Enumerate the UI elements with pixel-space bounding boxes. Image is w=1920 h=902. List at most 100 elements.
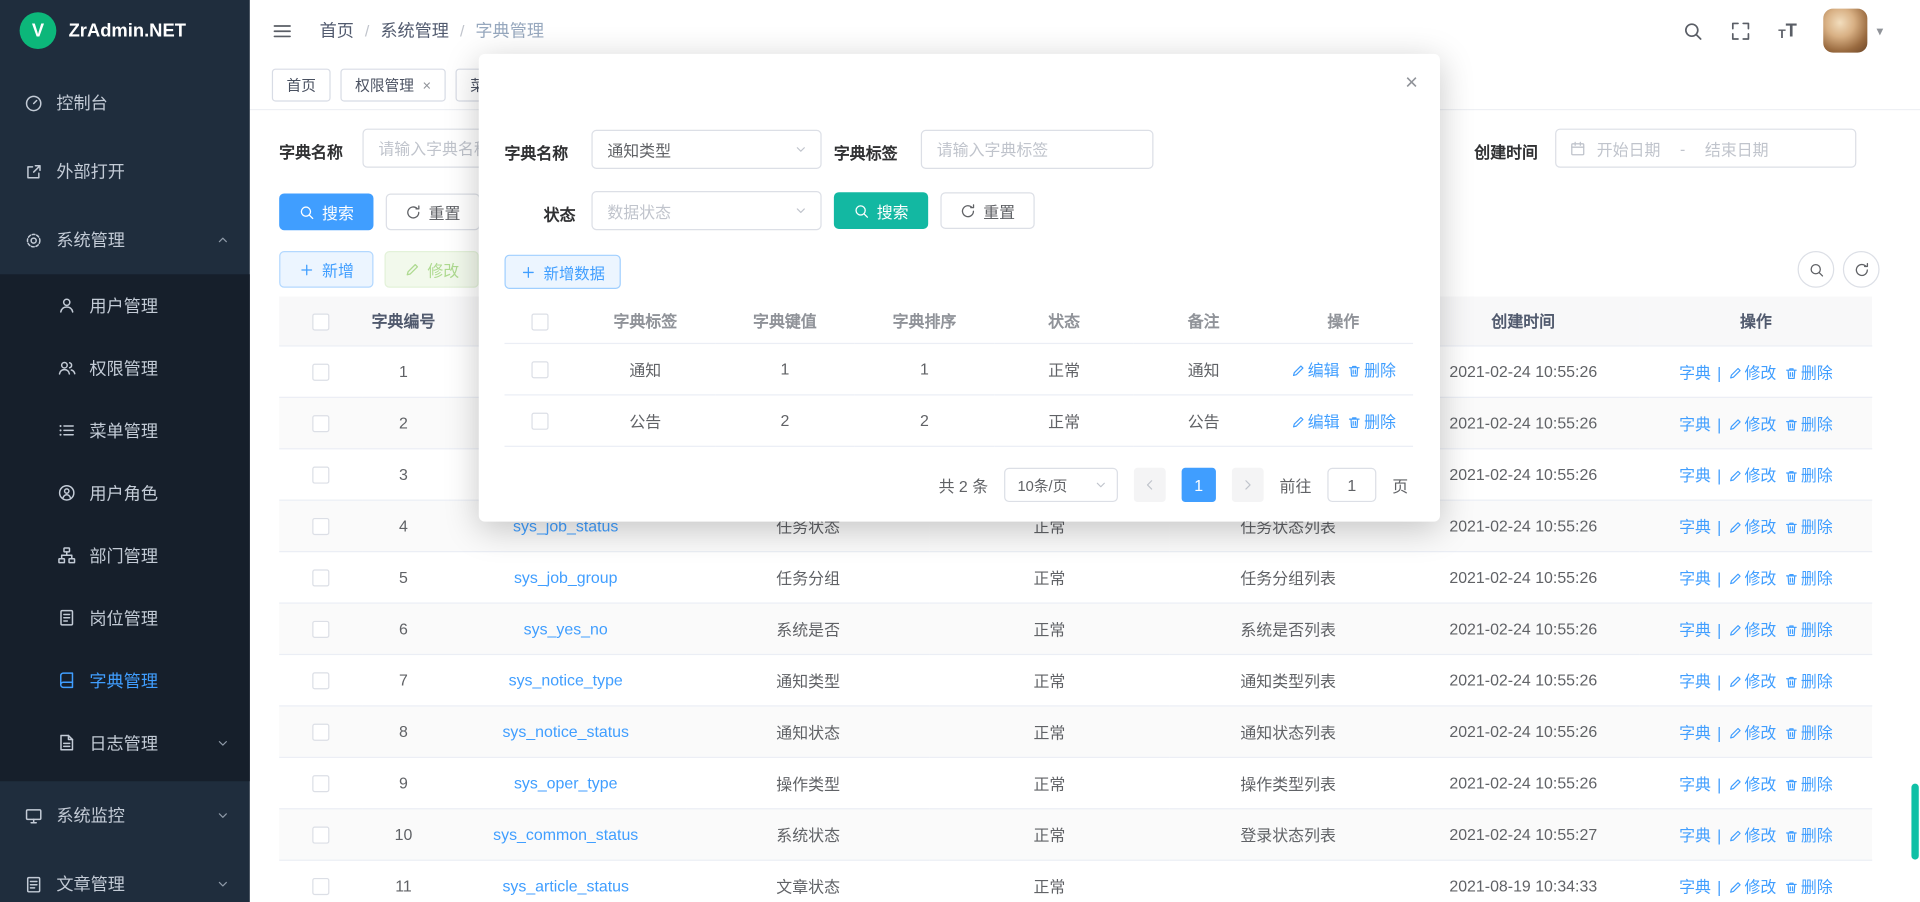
dict-label-input[interactable]: [921, 130, 1154, 169]
delete-link[interactable]: 删除: [1784, 774, 1833, 792]
row-checkbox[interactable]: [312, 775, 329, 792]
sidebar-item-user-roles[interactable]: 用户角色: [0, 462, 250, 524]
edit-link[interactable]: 修改: [1727, 826, 1776, 844]
delete-link[interactable]: 删除: [1784, 414, 1833, 432]
dict-type-link[interactable]: sys_yes_no: [524, 619, 608, 637]
row-checkbox[interactable]: [312, 621, 329, 638]
edit-link[interactable]: 修改: [1727, 414, 1776, 432]
sidebar-item-permissions[interactable]: 权限管理: [0, 337, 250, 399]
dialog-reset-button[interactable]: 重置: [940, 192, 1034, 229]
dict-data-link[interactable]: 字典: [1679, 774, 1711, 792]
dict-data-link[interactable]: 字典: [1679, 723, 1711, 741]
dict-data-link[interactable]: 字典: [1679, 620, 1711, 638]
sidebar-item-users[interactable]: 用户管理: [0, 274, 250, 336]
delete-link[interactable]: 删除: [1784, 466, 1833, 484]
reset-button[interactable]: 重置: [386, 193, 480, 230]
edit-link[interactable]: 修改: [1727, 774, 1776, 792]
row-checkbox[interactable]: [312, 363, 329, 380]
dict-type-link[interactable]: sys_oper_type: [514, 773, 618, 791]
sidebar-item-departments[interactable]: 部门管理: [0, 524, 250, 586]
row-checkbox[interactable]: [312, 672, 329, 689]
sidebar-item-dictionary[interactable]: 字典管理: [0, 649, 250, 711]
dict-data-link[interactable]: 字典: [1679, 672, 1711, 690]
fullscreen-button[interactable]: [1730, 20, 1751, 41]
next-page-button[interactable]: [1232, 468, 1264, 502]
current-page-button[interactable]: 1: [1182, 468, 1216, 502]
add-data-button[interactable]: 新增数据: [504, 255, 620, 289]
row-checkbox[interactable]: [531, 412, 548, 429]
refresh-table-button[interactable]: [1843, 251, 1880, 288]
breadcrumb-home[interactable]: 首页: [320, 18, 354, 42]
delete-link[interactable]: 删除: [1784, 620, 1833, 638]
dict-data-link[interactable]: 字典: [1679, 363, 1711, 381]
dict-type-link[interactable]: sys_notice_status: [502, 722, 629, 740]
row-checkbox[interactable]: [312, 466, 329, 483]
page-size-select[interactable]: 10条/页: [1004, 468, 1118, 502]
search-button[interactable]: 搜索: [279, 193, 373, 230]
dict-data-link[interactable]: 字典: [1679, 466, 1711, 484]
tab-permissions[interactable]: 权限管理 ×: [340, 69, 445, 102]
sidebar-item-external[interactable]: 外部打开: [0, 137, 250, 206]
status-select[interactable]: 数据状态: [591, 191, 821, 230]
font-size-button[interactable]: TT: [1778, 20, 1797, 41]
dict-type-link[interactable]: sys_notice_type: [509, 670, 623, 688]
edit-link[interactable]: 编辑: [1291, 361, 1340, 379]
edit-link[interactable]: 编辑: [1291, 412, 1340, 430]
delete-link[interactable]: 删除: [1784, 672, 1833, 690]
add-button[interactable]: 新增: [279, 251, 373, 288]
avatar[interactable]: [1824, 9, 1868, 53]
dict-data-link[interactable]: 字典: [1679, 877, 1711, 895]
delete-link[interactable]: 删除: [1347, 361, 1396, 379]
dialog-close-icon[interactable]: ×: [1405, 71, 1418, 93]
dict-type-link[interactable]: sys_job_group: [514, 568, 618, 586]
select-all-checkbox[interactable]: [531, 313, 548, 330]
sidebar-item-posts[interactable]: 岗位管理: [0, 587, 250, 649]
dict-type-link[interactable]: sys_article_status: [502, 876, 629, 894]
collapse-menu-button[interactable]: [272, 20, 293, 41]
sidebar-item-system[interactable]: 系统管理: [0, 206, 250, 275]
delete-link[interactable]: 删除: [1784, 723, 1833, 741]
delete-link[interactable]: 删除: [1347, 412, 1396, 430]
app-logo[interactable]: V ZrAdmin.NET: [0, 0, 250, 61]
edit-link[interactable]: 修改: [1727, 877, 1776, 895]
global-search-button[interactable]: [1683, 20, 1704, 41]
row-checkbox[interactable]: [531, 361, 548, 378]
sidebar-item-articles[interactable]: 文章管理: [0, 850, 250, 902]
tab-home[interactable]: 首页: [272, 69, 331, 102]
delete-link[interactable]: 删除: [1784, 877, 1833, 895]
delete-link[interactable]: 删除: [1784, 363, 1833, 381]
edit-link[interactable]: 修改: [1727, 672, 1776, 690]
sidebar-item-logs[interactable]: 日志管理: [0, 711, 250, 773]
dict-data-link[interactable]: 字典: [1679, 569, 1711, 587]
dict-name-select[interactable]: 通知类型: [591, 130, 821, 169]
row-checkbox[interactable]: [312, 569, 329, 586]
edit-link[interactable]: 修改: [1727, 517, 1776, 535]
user-menu[interactable]: ▾: [1824, 9, 1883, 53]
date-range-picker[interactable]: 开始日期 - 结束日期: [1555, 129, 1856, 168]
edit-button[interactable]: 修改: [384, 251, 478, 288]
sidebar-item-dashboard[interactable]: 控制台: [0, 69, 250, 138]
goto-page-input[interactable]: [1327, 468, 1376, 502]
edit-link[interactable]: 修改: [1727, 620, 1776, 638]
sidebar-item-monitor[interactable]: 系统监控: [0, 781, 250, 850]
edit-link[interactable]: 修改: [1727, 723, 1776, 741]
delete-link[interactable]: 删除: [1784, 826, 1833, 844]
select-all-checkbox[interactable]: [312, 313, 329, 330]
row-checkbox[interactable]: [312, 723, 329, 740]
dict-data-link[interactable]: 字典: [1679, 414, 1711, 432]
prev-page-button[interactable]: [1134, 468, 1166, 502]
row-checkbox[interactable]: [312, 415, 329, 432]
row-checkbox[interactable]: [312, 826, 329, 843]
row-checkbox[interactable]: [312, 878, 329, 895]
row-checkbox[interactable]: [312, 518, 329, 535]
dict-data-link[interactable]: 字典: [1679, 517, 1711, 535]
toggle-search-button[interactable]: [1798, 251, 1835, 288]
dict-data-link[interactable]: 字典: [1679, 826, 1711, 844]
edit-link[interactable]: 修改: [1727, 569, 1776, 587]
scrollbar-thumb[interactable]: [1911, 784, 1918, 860]
dict-type-link[interactable]: sys_common_status: [493, 825, 638, 843]
dialog-search-button[interactable]: 搜索: [834, 192, 928, 229]
delete-link[interactable]: 删除: [1784, 517, 1833, 535]
edit-link[interactable]: 修改: [1727, 466, 1776, 484]
sidebar-item-menus[interactable]: 菜单管理: [0, 399, 250, 461]
